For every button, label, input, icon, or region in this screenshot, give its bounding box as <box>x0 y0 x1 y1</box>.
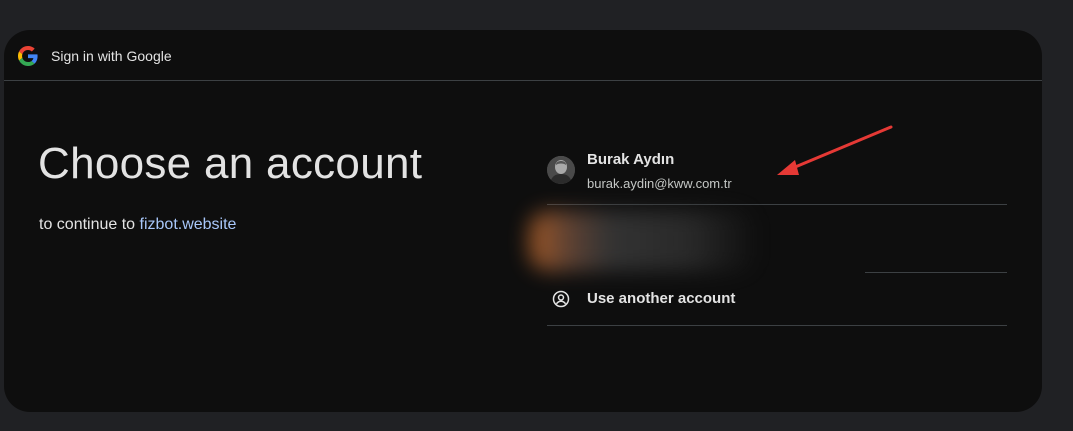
blurred-account-content <box>529 211 759 271</box>
subtitle-prefix: to continue to <box>39 216 140 233</box>
dialog-header: Sign in with Google <box>4 30 1042 81</box>
avatar-photo-icon <box>547 156 575 184</box>
sign-in-dialog: Sign in with Google Choose an account to… <box>4 30 1042 412</box>
person-circle-icon <box>552 290 570 308</box>
account-email: burak.aydin@kww.com.tr <box>587 176 732 191</box>
use-another-account-label: Use another account <box>587 290 736 307</box>
google-logo-icon <box>18 46 38 66</box>
header-title: Sign in with Google <box>51 48 172 64</box>
subtitle: to continue to fizbot.website <box>39 216 236 234</box>
user-avatar <box>547 156 575 184</box>
app-link[interactable]: fizbot.website <box>140 216 237 233</box>
account-item-blurred[interactable] <box>529 205 1007 273</box>
page-title: Choose an account <box>38 139 423 188</box>
account-item[interactable]: Burak Aydın burak.aydin@kww.com.tr <box>547 136 1007 205</box>
account-list: Burak Aydın burak.aydin@kww.com.tr Use a… <box>529 136 1007 326</box>
use-another-account-button[interactable]: Use another account <box>547 273 1007 326</box>
account-name: Burak Aydın <box>587 151 675 168</box>
